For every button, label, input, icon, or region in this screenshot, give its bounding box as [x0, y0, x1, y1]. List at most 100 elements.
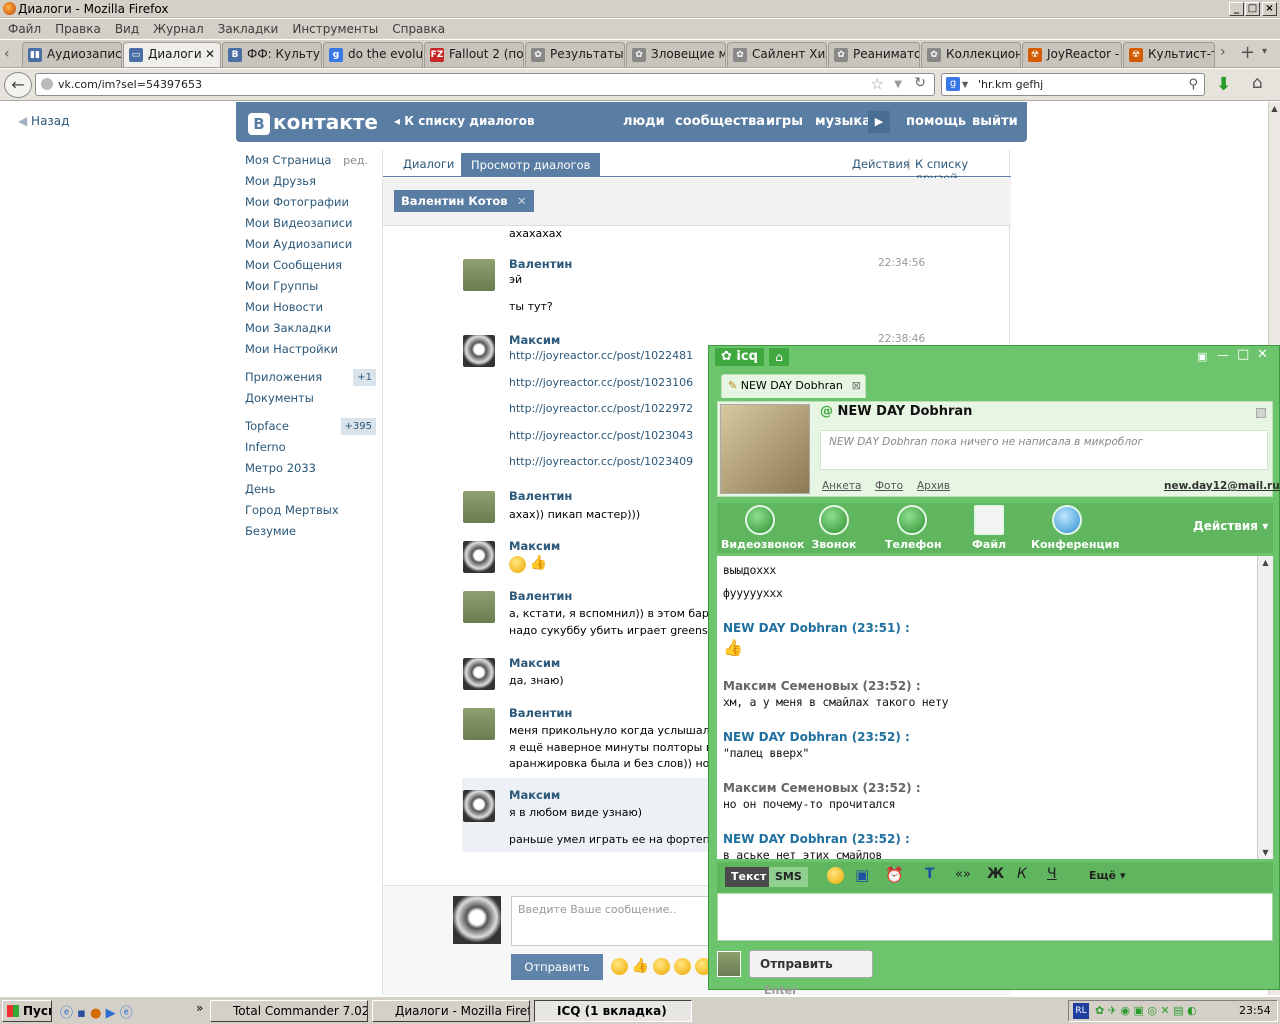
- media-player-icon[interactable]: ▶: [106, 1006, 116, 1021]
- nav-audio[interactable]: Мои Аудиозаписи: [245, 234, 380, 255]
- text-style-icon[interactable]: T: [925, 866, 935, 882]
- to-dialogs-link[interactable]: ◂ К списку диалогов: [394, 114, 535, 128]
- engine-dropdown-icon[interactable]: ▼: [962, 74, 968, 95]
- tab-collection[interactable]: ✿Коллекцион...: [921, 42, 1021, 67]
- tab-audio[interactable]: ▮▮Аудиозапис...: [22, 42, 122, 67]
- nav-day[interactable]: День: [245, 479, 380, 500]
- reload-icon[interactable]: ↻: [914, 73, 926, 94]
- smile-emoji-icon[interactable]: [611, 958, 628, 975]
- back-link[interactable]: ◀ Назад: [18, 114, 69, 128]
- avatar[interactable]: [463, 259, 495, 291]
- menu-edit[interactable]: Правка: [55, 19, 101, 39]
- tab-results[interactable]: ✿Результаты ...: [525, 42, 625, 67]
- start-button[interactable]: Пуск: [2, 1000, 52, 1022]
- close-tab-icon[interactable]: ✕: [205, 43, 215, 66]
- close-window-button[interactable]: ×: [1262, 2, 1277, 16]
- home-icon[interactable]: ⌂: [1252, 73, 1263, 93]
- tab-ff-culture[interactable]: ВФФ: Культу...: [222, 42, 322, 67]
- dropdown-arrow-icon[interactable]: ▼: [894, 74, 902, 95]
- tab-sinister[interactable]: ✿Зловещие м...: [626, 42, 726, 67]
- tab-scroll-right-icon[interactable]: ›: [1220, 44, 1226, 60]
- media-icon[interactable]: ▣: [855, 866, 869, 884]
- menu-file[interactable]: Файл: [8, 19, 41, 39]
- actions-menu[interactable]: Действия ▾: [1193, 519, 1268, 533]
- minimize-button[interactable]: _: [1229, 2, 1244, 16]
- play-icon[interactable]: ▶: [868, 111, 890, 133]
- icq-logo[interactable]: ✿ icq: [715, 348, 764, 366]
- icq-chat-tab[interactable]: ✎ NEW DAY Dobhran ⊠: [721, 374, 866, 398]
- underline-icon[interactable]: Ч: [1047, 866, 1057, 882]
- conference-button[interactable]: Конференция: [1031, 505, 1119, 551]
- maximize-button[interactable]: □: [1245, 2, 1260, 16]
- bold-icon[interactable]: Ж: [987, 866, 1004, 882]
- tab-list-icon[interactable]: ▾: [1262, 46, 1267, 57]
- recipient-chip[interactable]: Валентин Котов ✕: [394, 190, 534, 212]
- post-link[interactable]: http://joyreactor.cc/post/1022972: [509, 402, 693, 415]
- nav-bookmarks[interactable]: Мои Закладки: [245, 318, 380, 339]
- file-button[interactable]: Файл: [972, 505, 1006, 551]
- star-icon[interactable]: ☆: [871, 74, 884, 95]
- nav-music[interactable]: музыка: [815, 114, 871, 129]
- nav-madness[interactable]: Безумие: [245, 521, 380, 542]
- nav-documents[interactable]: Документы: [245, 388, 380, 409]
- more-menu[interactable]: Ещё ▾: [1089, 869, 1126, 882]
- nav-inferno[interactable]: Inferno: [245, 437, 380, 458]
- maximize-icon[interactable]: □: [1237, 347, 1249, 362]
- dock-icon[interactable]: ▣: [1197, 350, 1207, 363]
- nav-friends[interactable]: Мои Друзья: [245, 171, 380, 192]
- actions-link[interactable]: Действия: [852, 157, 910, 171]
- nav-communities[interactable]: сообщества: [675, 114, 765, 129]
- search-icon[interactable]: ⚲: [1188, 74, 1198, 95]
- avatar[interactable]: [463, 335, 495, 367]
- firefox-icon[interactable]: ●: [90, 1006, 101, 1021]
- avatar[interactable]: [463, 591, 495, 623]
- download-icon[interactable]: ⬇: [1216, 74, 1231, 95]
- tab-google[interactable]: gdo the evolut...: [323, 42, 423, 67]
- post-link[interactable]: http://joyreactor.cc/post/1023106: [509, 376, 693, 389]
- nav-metro[interactable]: Метро 2033: [245, 458, 380, 479]
- call-button[interactable]: Звонок: [809, 505, 859, 551]
- nav-groups[interactable]: Мои Группы: [245, 276, 380, 297]
- telephone-button[interactable]: Телефон: [885, 505, 942, 551]
- profile-link[interactable]: Анкета: [822, 480, 861, 492]
- nav-games[interactable]: игры: [766, 114, 803, 129]
- icq-message-input[interactable]: [717, 893, 1273, 941]
- vk-logo[interactable]: Вконтакте: [248, 110, 378, 135]
- close-tab-icon[interactable]: ⊠: [852, 375, 861, 397]
- tab-fallout[interactable]: FZFallout 2 (по...: [424, 42, 524, 67]
- google-icon[interactable]: g: [946, 77, 960, 91]
- laugh-emoji-icon[interactable]: [653, 958, 671, 975]
- edit-link[interactable]: ред.: [343, 150, 368, 171]
- url-bar[interactable]: vk.com/im?sel=54397653 ☆ ▼ ↻: [35, 73, 935, 96]
- text-mode-button[interactable]: Текст: [725, 867, 773, 887]
- neutral-emoji-icon[interactable]: [673, 958, 691, 975]
- send-button[interactable]: Отправить: [511, 954, 603, 980]
- new-tab-icon[interactable]: +: [1240, 42, 1255, 63]
- ie-icon[interactable]: ⓔ: [60, 1006, 73, 1021]
- nav-help[interactable]: помощь: [906, 114, 966, 129]
- tab-dialogs[interactable]: ▭ Диалоги ✕: [123, 42, 221, 67]
- home-icon[interactable]: ⌂: [769, 348, 789, 366]
- quote-icon[interactable]: «»: [955, 867, 971, 882]
- thumbs-up-emoji-icon[interactable]: 👍: [632, 958, 649, 974]
- icq-scrollbar[interactable]: ▲ ▼: [1257, 556, 1273, 859]
- menu-tools[interactable]: Инструменты: [292, 19, 378, 39]
- contact-avatar[interactable]: [720, 404, 810, 494]
- photo-link[interactable]: Фото: [875, 480, 903, 492]
- menu-help[interactable]: Справка: [392, 19, 445, 39]
- taskbar-total-commander[interactable]: Total Commander 7.02a ...: [210, 1000, 368, 1022]
- tab-dialogs-link[interactable]: Диалоги: [403, 157, 454, 171]
- tray-icons[interactable]: ✿ ✈ ◉ ▣ ◎ ✕ ▤ ◐: [1095, 1004, 1197, 1017]
- nav-settings[interactable]: Мои Настройки: [245, 339, 380, 360]
- icq-send-button[interactable]: Отправить Enter: [749, 950, 873, 997]
- post-link[interactable]: http://joyreactor.cc/post/1023409: [509, 455, 693, 468]
- post-link[interactable]: http://joyreactor.cc/post/1023043: [509, 429, 693, 442]
- back-arrow-icon[interactable]: ←: [4, 72, 32, 98]
- video-call-button[interactable]: Видеозвонок: [721, 505, 805, 551]
- tab-scroll-left-icon[interactable]: ‹: [4, 46, 10, 62]
- smiley-icon[interactable]: [827, 867, 844, 884]
- nav-news[interactable]: Мои Новости: [245, 297, 380, 318]
- sms-mode-button[interactable]: SMS: [769, 867, 808, 887]
- italic-icon[interactable]: К: [1017, 866, 1027, 882]
- tab-silent-hill[interactable]: ✿Сайлент Хилл: [727, 42, 827, 67]
